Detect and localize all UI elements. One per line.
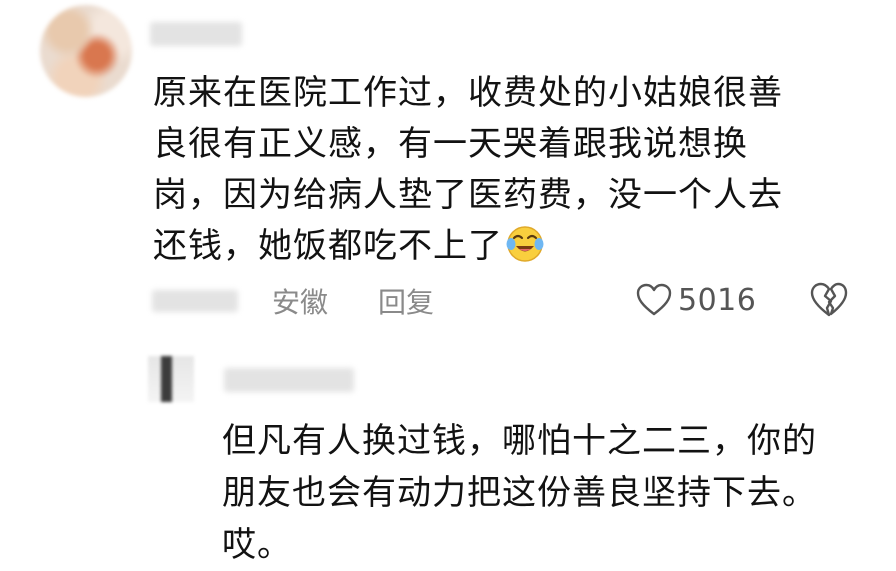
- replier-avatar[interactable]: [148, 356, 194, 402]
- reply-body: 但凡有人换过钱，哪怕十之二三，你的 朋友也会有动力把这份善良坚持下去。 哎。: [222, 415, 862, 571]
- commenter-username[interactable]: [150, 22, 242, 46]
- reply-line: 哎。: [222, 525, 292, 565]
- reply-line: 朋友也会有动力把这份善良坚持下去。: [222, 473, 817, 513]
- comment-line: 良很有正义感，有一天哭着跟我说想换: [153, 124, 748, 164]
- dislike-button[interactable]: [810, 282, 848, 318]
- reply-button[interactable]: 回复: [378, 281, 434, 321]
- like-count: 5016: [678, 282, 757, 318]
- comment-timestamp: [152, 290, 238, 312]
- comment-line: 还钱，她饭都吃不上了: [153, 221, 843, 272]
- comment-location: 安徽: [272, 286, 329, 319]
- replier-username[interactable]: [224, 368, 354, 392]
- crying-laughing-emoji-icon: [505, 223, 545, 263]
- broken-heart-icon: [810, 282, 848, 322]
- comment-line: 岗，因为给病人垫了医药费，没一个人去: [153, 175, 783, 215]
- heart-outline-icon: [636, 283, 672, 317]
- reply-line: 但凡有人换过钱，哪怕十之二三，你的: [222, 421, 817, 461]
- comment-line-text: 还钱，她饭都吃不上了: [153, 226, 503, 266]
- comment-line: 原来在医院工作过，收费处的小姑娘很善: [153, 73, 783, 113]
- comment-body: 原来在医院工作过，收费处的小姑娘很善 良很有正义感，有一天哭着跟我说想换 岗，因…: [153, 68, 843, 272]
- like-button[interactable]: 5016: [636, 280, 756, 320]
- commenter-avatar[interactable]: [40, 5, 132, 97]
